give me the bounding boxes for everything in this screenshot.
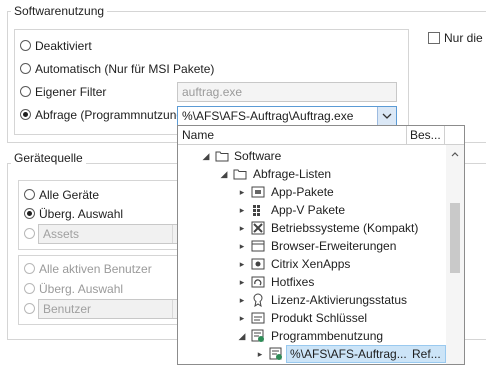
tree-row-selected-query[interactable]: ▸ %\AFS\AFS-Auftrag... Ref...	[178, 345, 446, 363]
radio-alle-geraete[interactable]	[24, 189, 35, 200]
radio-assets[interactable]	[24, 228, 35, 239]
expand-closed-icon[interactable]: ▸	[238, 201, 246, 219]
tree-label: Hotfixes	[271, 275, 315, 289]
radio-user-uebergeordnete-auswahl[interactable]	[24, 283, 35, 294]
tree-label: Software	[234, 149, 282, 163]
tree-label: App-Pakete	[271, 185, 334, 199]
column-header-description[interactable]: Bes...	[407, 126, 445, 145]
expand-closed-icon[interactable]: ▸	[238, 309, 246, 327]
tree-label: Programmbenutzung	[271, 329, 384, 343]
tree-label: %\AFS\AFS-Auftrag...	[290, 347, 407, 361]
column-header-filler	[445, 126, 464, 145]
tree-desc: Ref...	[412, 347, 441, 361]
tree-row-appv-pakete[interactable]: ▸ App-V Pakete	[178, 201, 446, 219]
license-icon	[253, 293, 263, 307]
scroll-up-icon[interactable]	[446, 147, 464, 161]
hotfix-icon	[251, 276, 265, 288]
assets-combo-value: Assets	[43, 227, 80, 241]
vertical-scrollbar[interactable]	[446, 145, 464, 364]
filter-input[interactable]: auftrag.exe	[177, 82, 397, 102]
radio-benutzer[interactable]	[24, 303, 35, 314]
tree-row-citrix-xenapps[interactable]: ▸ Citrix XenApps	[178, 255, 446, 273]
folder-icon	[215, 151, 229, 162]
expand-closed-icon[interactable]: ▸	[256, 345, 264, 363]
tree-label: App-V Pakete	[271, 203, 346, 217]
tree-label: Abfrage-Listen	[253, 167, 332, 181]
tree-label: Browser-Erweiterungen	[271, 239, 397, 253]
tree-row-programmbenutzung[interactable]: ◢ Programmbenutzung	[178, 327, 446, 345]
radio-alle-aktiven-benutzer[interactable]	[24, 263, 35, 274]
expand-closed-icon[interactable]: ▸	[238, 273, 246, 291]
query-combo-value: %\AFS\AFS-Auftrag\Auftrag.exe	[182, 109, 354, 123]
os-icon	[251, 221, 265, 235]
tree-row-hotfixes[interactable]: ▸ Hotfixes	[178, 273, 446, 291]
program-usage-icon	[251, 329, 264, 342]
tree-row-software[interactable]: ◢ Software	[178, 147, 446, 165]
program-usage-icon	[269, 347, 282, 360]
tree-label: Citrix XenApps	[271, 257, 351, 271]
folder-icon	[233, 169, 247, 180]
tree-row-abfrage-listen[interactable]: ◢ Abfrage-Listen	[178, 165, 446, 183]
radio-automatisch-label: Automatisch (Nur für MSI Pakete)	[35, 62, 215, 76]
radio-deaktiviert-label: Deaktiviert	[35, 39, 92, 53]
benutzer-combo-value: Benutzer	[43, 302, 92, 316]
device-group-title: Gerätequelle	[11, 151, 86, 165]
tree-label: Lizenz-Aktivierungsstatus	[271, 293, 408, 307]
tree-row-lizenz-aktivierungsstatus[interactable]: ▸ Lizenz-Aktivierungsstatus	[178, 291, 446, 309]
browser-icon	[251, 240, 265, 252]
only-last-checkbox[interactable]	[428, 32, 440, 44]
radio-abfrage[interactable]	[20, 109, 31, 120]
query-dropdown-popup: Name Bes... ◢ Software ◢ Abfrage-Listen …	[177, 125, 465, 365]
only-last-label: Nur die le	[444, 31, 486, 45]
expand-closed-icon[interactable]: ▸	[238, 255, 246, 273]
expand-closed-icon[interactable]: ▸	[238, 237, 246, 255]
radio-abfrage-label: Abfrage (Programmnutzung)	[35, 108, 188, 122]
radio-eigener-filter-label: Eigener Filter	[35, 85, 107, 99]
citrix-icon	[251, 258, 265, 270]
expand-open-icon[interactable]: ◢	[220, 165, 228, 183]
radio-alle-aktiven-benutzer-label: Alle aktiven Benutzer	[39, 262, 152, 276]
radio-alle-geraete-label: Alle Geräte	[39, 188, 100, 202]
chevron-down-icon	[382, 113, 392, 119]
appv-grid-icon	[253, 205, 260, 216]
tree-row-betriebssysteme[interactable]: ▸ Betriebssysteme (Kompakt)	[178, 219, 446, 237]
tree-row-app-pakete[interactable]: ▸ App-Pakete	[178, 183, 446, 201]
radio-user-uebergeordnete-auswahl-label: Überg. Auswahl	[39, 282, 124, 296]
tree-row-browser-erweiterungen[interactable]: ▸ Browser-Erweiterungen	[178, 237, 446, 255]
benutzer-combo[interactable]: Benutzer	[38, 299, 188, 319]
software-group-title: Softwarenutzung	[11, 4, 108, 18]
key-icon	[251, 312, 265, 324]
radio-uebergeordnete-auswahl-label: Überg. Auswahl	[39, 207, 124, 221]
expand-closed-icon[interactable]: ▸	[238, 183, 246, 201]
expand-open-icon[interactable]: ◢	[238, 327, 246, 345]
radio-uebergeordnete-auswahl[interactable]	[24, 208, 35, 219]
scrollbar-thumb[interactable]	[450, 203, 460, 273]
radio-eigener-filter[interactable]	[20, 86, 31, 97]
assets-combo[interactable]: Assets	[38, 224, 188, 244]
expand-closed-icon[interactable]: ▸	[238, 219, 246, 237]
query-combo-button[interactable]	[377, 107, 396, 125]
expand-open-icon[interactable]: ◢	[202, 147, 210, 165]
tree-label: Produkt Schlüssel	[271, 311, 368, 325]
radio-automatisch[interactable]	[20, 63, 31, 74]
query-combo[interactable]: %\AFS\AFS-Auftrag\Auftrag.exe	[177, 106, 397, 126]
tree-label: Betriebssysteme (Kompakt)	[271, 221, 419, 235]
radio-deaktiviert[interactable]	[20, 40, 31, 51]
app-package-icon	[251, 186, 265, 198]
expand-closed-icon[interactable]: ▸	[238, 291, 246, 309]
column-header-name[interactable]: Name	[178, 126, 407, 145]
tree-row-produkt-schluessel[interactable]: ▸ Produkt Schlüssel	[178, 309, 446, 327]
